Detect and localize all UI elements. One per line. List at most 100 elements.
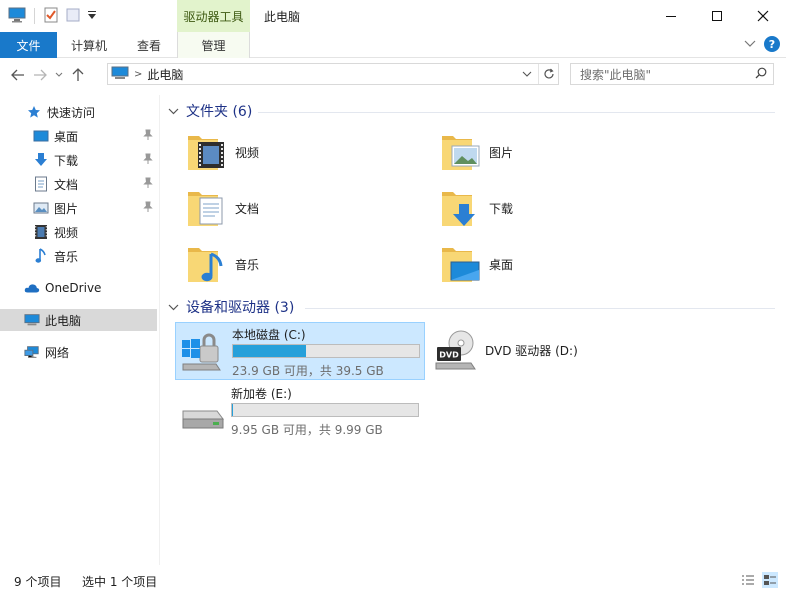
folders-group-header[interactable]: 文件夹 (6) <box>168 101 252 121</box>
back-button[interactable] <box>8 65 28 85</box>
address-dropdown-button[interactable] <box>520 66 534 82</box>
pin-icon[interactable] <box>143 153 153 168</box>
chevron-down-icon <box>168 105 180 118</box>
status-bar: 9 个项目 选中 1 个项目 <box>0 568 786 593</box>
sidebar-item-network[interactable]: 网络 <box>0 341 157 363</box>
search-icon[interactable] <box>755 67 767 82</box>
drive-free-space: 9.95 GB 可用，共 9.99 GB <box>231 423 383 437</box>
drive-usage-fill <box>232 404 233 416</box>
tab-file[interactable]: 文件 <box>0 32 57 58</box>
desktop-folder-icon <box>439 242 481 286</box>
forward-arrow-icon <box>34 69 47 81</box>
drive-tile-d[interactable]: DVD DVD 驱动器 (D:) <box>429 322 679 380</box>
sidebar-item-onedrive[interactable]: OneDrive <box>0 277 157 299</box>
folder-tile[interactable]: 文档 <box>165 182 405 234</box>
pictures-folder-icon <box>439 130 481 174</box>
music-icon <box>33 248 49 264</box>
breadcrumb-this-pc[interactable]: 此电脑 <box>147 66 183 83</box>
properties-icon[interactable] <box>43 7 59 26</box>
sidebar-item-label: 桌面 <box>54 129 79 144</box>
ribbon-tabs: 文件 计算机 查看 管理 ? <box>0 32 786 58</box>
minimize-icon <box>666 16 676 17</box>
sidebar-item-downloads[interactable]: 下载 <box>0 149 157 171</box>
minimize-button[interactable] <box>648 0 694 32</box>
sidebar-item-quick-access[interactable]: 快速访问 <box>0 101 157 123</box>
sidebar-item-label: 下载 <box>54 153 79 168</box>
pin-icon[interactable] <box>143 201 153 216</box>
maximize-button[interactable] <box>694 0 740 32</box>
sidebar-item-label: 音乐 <box>54 249 79 264</box>
folder-name: 下载 <box>489 201 514 216</box>
recent-locations-button[interactable] <box>52 65 66 85</box>
quick-access-toolbar <box>8 6 97 26</box>
tab-computer[interactable]: 计算机 <box>57 32 121 58</box>
sidebar-item-label: 网络 <box>45 345 70 360</box>
drives-group-header[interactable]: 设备和驱动器 (3) <box>168 297 294 317</box>
close-icon <box>757 10 769 22</box>
folder-name: 音乐 <box>235 257 260 272</box>
qat-separator <box>34 8 35 24</box>
sidebar-item-label: OneDrive <box>45 281 102 295</box>
tab-manage[interactable]: 管理 <box>177 32 250 58</box>
up-arrow-icon <box>72 68 84 81</box>
pin-icon[interactable] <box>143 177 153 192</box>
folder-tile[interactable]: 桌面 <box>419 238 659 290</box>
tiles-view-button[interactable] <box>762 572 778 588</box>
qat-dropdown-icon[interactable] <box>87 9 97 24</box>
folder-name: 图片 <box>489 145 514 160</box>
close-button[interactable] <box>740 0 786 32</box>
drive-tile-e[interactable]: 新加卷 (E:) 9.95 GB 可用，共 9.99 GB <box>175 382 425 440</box>
folder-tile[interactable]: 图片 <box>419 126 659 178</box>
forward-button[interactable] <box>30 65 50 85</box>
tiles-view-icon <box>764 575 776 585</box>
refresh-button[interactable] <box>538 64 558 84</box>
sidebar-item-this-pc[interactable]: 此电脑 <box>0 309 157 331</box>
sidebar-item-videos[interactable]: 视频 <box>0 221 157 243</box>
ribbon-right-controls: ? <box>744 36 780 52</box>
folder-tile[interactable]: 下载 <box>419 182 659 234</box>
details-view-icon <box>742 575 754 585</box>
onedrive-icon <box>24 280 40 296</box>
back-arrow-icon <box>11 69 24 81</box>
folder-tile[interactable]: 音乐 <box>165 238 405 290</box>
folder-name: 视频 <box>235 145 260 160</box>
chevron-down-icon <box>55 72 63 77</box>
breadcrumb-chevron-icon[interactable]: > <box>134 69 142 80</box>
computer-icon[interactable] <box>8 7 26 26</box>
tab-view[interactable]: 查看 <box>121 32 177 58</box>
dvd-drive-icon: DVD <box>433 327 479 373</box>
expand-ribbon-icon[interactable] <box>744 37 756 51</box>
drive-name: 本地磁盘 (C:) <box>232 328 306 342</box>
details-view-button[interactable] <box>740 572 756 588</box>
drive-name: 新加卷 (E:) <box>231 387 292 401</box>
windows-drive-icon <box>180 328 226 374</box>
drive-tile-c[interactable]: 本地磁盘 (C:) 23.9 GB 可用，共 39.5 GB <box>175 322 425 380</box>
this-pc-icon <box>111 66 129 83</box>
item-count: 9 个项目 <box>14 575 62 589</box>
up-button[interactable] <box>68 65 88 85</box>
download-icon <box>33 152 49 168</box>
folder-tile[interactable]: 视频 <box>165 126 405 178</box>
folder-name: 桌面 <box>489 257 514 272</box>
navigation-pane: 快速访问 桌面 下载 文档 图片 视频 音乐 OneDrive 此电脑 网络 <box>0 95 160 565</box>
sidebar-item-label: 图片 <box>54 201 79 216</box>
pin-icon[interactable] <box>143 129 153 144</box>
sidebar-item-music[interactable]: 音乐 <box>0 245 157 267</box>
window-controls <box>648 0 786 32</box>
sidebar-item-desktop[interactable]: 桌面 <box>0 125 157 147</box>
star-icon <box>26 104 42 120</box>
search-placeholder: 搜索"此电脑" <box>580 67 652 82</box>
search-box[interactable]: 搜索"此电脑" <box>570 63 774 85</box>
drive-usage-bar <box>231 403 419 417</box>
new-folder-icon[interactable] <box>65 7 81 26</box>
video-icon <box>33 224 49 240</box>
help-icon[interactable]: ? <box>764 36 780 52</box>
folder-name: 文档 <box>235 201 260 216</box>
sidebar-item-pictures[interactable]: 图片 <box>0 197 157 219</box>
address-bar[interactable]: > 此电脑 <box>107 63 559 85</box>
music-folder-icon <box>185 242 227 286</box>
drive-usage-bar <box>232 344 420 358</box>
sidebar-item-documents[interactable]: 文档 <box>0 173 157 195</box>
video-folder-icon <box>185 130 227 174</box>
desktop-icon <box>33 128 49 144</box>
